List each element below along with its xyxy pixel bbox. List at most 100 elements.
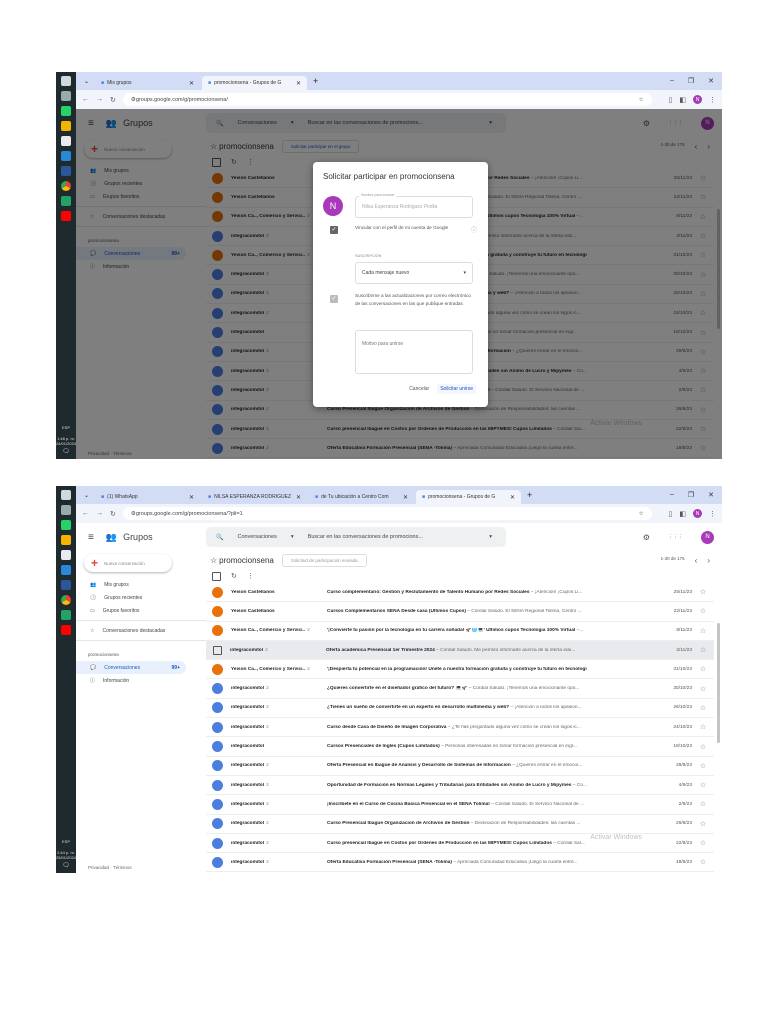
search-bar[interactable]: 🔍 Conversaciones ▾ Buscar en las conversaci…: [206, 527, 506, 547]
conversation-row[interactable]: Yeison Ca.., Comercio y Servici..2'¡Desp…: [206, 660, 714, 680]
minimize-button[interactable]: –: [670, 77, 674, 85]
close-tab-icon[interactable]: ✕: [296, 80, 301, 87]
new-conversation-button[interactable]: + Nueva conversación: [84, 554, 172, 572]
account-avatar[interactable]: N: [701, 530, 714, 544]
url-field[interactable]: ⚙ groups.google.com/g/promocionsena/?pli…: [122, 507, 652, 520]
new-tab-button[interactable]: +: [313, 76, 318, 86]
extensions-icon[interactable]: ▯: [669, 96, 673, 104]
taskbar-app-icon[interactable]: [61, 211, 71, 221]
forward-button[interactable]: →: [96, 510, 103, 517]
taskbar-app-icon[interactable]: [61, 91, 71, 101]
star-conversation-icon[interactable]: ☆: [692, 627, 714, 635]
star-conversation-icon[interactable]: ☆: [692, 723, 714, 731]
sidebar-item[interactable]: ▭ Grupos favoritos: [76, 604, 206, 617]
taskbar-app-icon[interactable]: [61, 181, 71, 191]
taskbar-app-icon[interactable]: [61, 520, 71, 530]
browser-tab[interactable]: ■ de Tu ubicación a Centro Com ✕: [309, 490, 414, 504]
subscription-select[interactable]: Cada mensaje nuevo ▾: [355, 262, 473, 284]
taskbar-app-icon[interactable]: [61, 76, 71, 86]
browser-tab[interactable]: ■ promocionsena - Grupos de G ✕: [202, 76, 308, 90]
conversation-row[interactable]: Yeison Castellanos Cursos Complementarios…: [206, 602, 714, 622]
bookmark-star-icon[interactable]: ☆: [639, 511, 644, 517]
taskbar-app-icon[interactable]: [61, 535, 71, 545]
main-menu-icon[interactable]: ≡: [88, 532, 94, 543]
conversation-row[interactable]: integracomitol2¡Inscríbete en el Curso d…: [206, 795, 714, 815]
search-icon[interactable]: 🔍: [216, 534, 223, 541]
favorite-group-icon[interactable]: ☆: [210, 556, 217, 565]
groups-logo[interactable]: ≡ 👥 Grupos: [88, 532, 206, 543]
conversation-row[interactable]: integracomitol2Oferta academica Presenci…: [206, 640, 714, 661]
conversation-row[interactable]: integracomitol Cursos Presenciales de Ing…: [206, 737, 714, 757]
close-window-button[interactable]: ✕: [708, 491, 714, 499]
tab-search-icon[interactable]: ⌄: [84, 492, 89, 499]
bookmark-star-icon[interactable]: ☆: [639, 97, 644, 103]
sidebar-item-starred[interactable]: ☆ Conversaciones destacadas: [76, 624, 206, 637]
info-icon[interactable]: ⓘ: [471, 225, 477, 234]
conversation-row[interactable]: integracomitol2Oportunidad de Formación …: [206, 776, 714, 796]
star-conversation-icon[interactable]: ☆: [692, 685, 714, 693]
star-conversation-icon[interactable]: ☆: [692, 607, 714, 615]
taskbar-app-icon[interactable]: [61, 490, 71, 500]
star-conversation-icon[interactable]: ☆: [692, 704, 714, 712]
prev-page-button[interactable]: ‹: [695, 556, 698, 565]
language-indicator[interactable]: ESP: [56, 839, 76, 844]
conversation-row[interactable]: integracomitol2Oferta Presencial en Ibag…: [206, 757, 714, 776]
search-input[interactable]: Buscar en las conversaciones de promocio…: [308, 534, 423, 540]
profile-avatar[interactable]: N: [693, 95, 702, 104]
taskbar-app-icon[interactable]: [61, 136, 71, 146]
profile-avatar[interactable]: N: [693, 509, 702, 518]
link-profile-checkbox[interactable]: ✓: [330, 226, 338, 234]
star-conversation-icon[interactable]: ☆: [692, 665, 714, 673]
sidebar-item-conversations[interactable]: 💬 Conversaciones 99+: [76, 661, 186, 674]
next-page-button[interactable]: ›: [707, 556, 710, 565]
back-button[interactable]: ←: [82, 510, 89, 517]
star-conversation-icon[interactable]: ☆: [692, 743, 714, 751]
taskbar-app-icon[interactable]: [61, 166, 71, 176]
conversation-row[interactable]: integracomitol2Curso desde Casa de Diseñ…: [206, 718, 714, 738]
star-conversation-icon[interactable]: ☆: [692, 781, 714, 789]
restore-button[interactable]: ❐: [688, 77, 694, 85]
close-tab-icon[interactable]: ✕: [510, 494, 515, 501]
cancel-button[interactable]: Cancelar: [409, 386, 429, 392]
conversation-row[interactable]: integracomitol2Curso Presencial Ibague O…: [206, 815, 714, 834]
url-field[interactable]: ⚙ groups.google.com/g/promocionsena/☆: [122, 93, 652, 106]
taskbar-app-icon[interactable]: [61, 121, 71, 131]
browser-tab[interactable]: ■ NILSA ESPERANZA RODRIGUEZ ✕: [202, 490, 307, 504]
notification-icon[interactable]: 🗨: [56, 449, 76, 455]
browser-tab[interactable]: ■ (1) WhatsApp ✕: [95, 490, 200, 504]
settings-icon[interactable]: ⚙: [643, 533, 650, 542]
taskbar-app-icon[interactable]: [61, 580, 71, 590]
star-conversation-icon[interactable]: ☆: [692, 820, 714, 828]
sidebar-item[interactable]: 👥 Mis grupos: [76, 578, 206, 591]
more-actions-icon[interactable]: ⋮: [247, 572, 254, 580]
select-all-checkbox[interactable]: [212, 571, 221, 581]
browser-menu-icon[interactable]: ⋮: [709, 510, 716, 518]
new-tab-button[interactable]: +: [527, 490, 532, 500]
conversation-row[interactable]: integracomitol2¿Tienes un sueño de conve…: [206, 699, 714, 719]
side-panel-icon[interactable]: ◧: [679, 96, 686, 104]
minimize-button[interactable]: –: [670, 491, 674, 499]
taskbar-app-icon[interactable]: [61, 196, 71, 206]
back-button[interactable]: ←: [82, 96, 89, 103]
extensions-icon[interactable]: ▯: [669, 510, 673, 518]
reason-textarea[interactable]: Motivo para unirse: [355, 330, 473, 374]
footer-links[interactable]: Privacidad · Términos: [88, 865, 132, 870]
taskbar-app-icon[interactable]: [61, 595, 71, 605]
scope-dropdown-icon[interactable]: ▾: [291, 534, 294, 540]
sidebar-item[interactable]: 🕒 Grupos recientes: [76, 591, 206, 604]
conversation-row[interactable]: integracomitol2¿Quieres convertirte en e…: [206, 679, 714, 699]
star-conversation-icon[interactable]: ☆: [692, 800, 714, 808]
reload-button[interactable]: ↻: [110, 96, 116, 104]
browser-menu-icon[interactable]: ⋮: [709, 96, 716, 104]
star-conversation-icon[interactable]: ☆: [692, 588, 714, 596]
conversation-row[interactable]: Yeison Castellanos Curso complementario: …: [206, 583, 714, 603]
close-window-button[interactable]: ✕: [708, 77, 714, 85]
tab-search-icon[interactable]: ⌄: [84, 78, 89, 85]
forward-button[interactable]: →: [96, 96, 103, 103]
star-conversation-icon[interactable]: ☆: [692, 839, 714, 847]
taskbar-app-icon[interactable]: [61, 151, 71, 161]
request-join-button[interactable]: Solicitar unirse: [437, 384, 476, 394]
apps-grid-icon[interactable]: ⋮⋮⋮: [668, 534, 683, 540]
star-conversation-icon[interactable]: ☆: [692, 762, 714, 770]
taskbar-app-icon[interactable]: [61, 625, 71, 635]
